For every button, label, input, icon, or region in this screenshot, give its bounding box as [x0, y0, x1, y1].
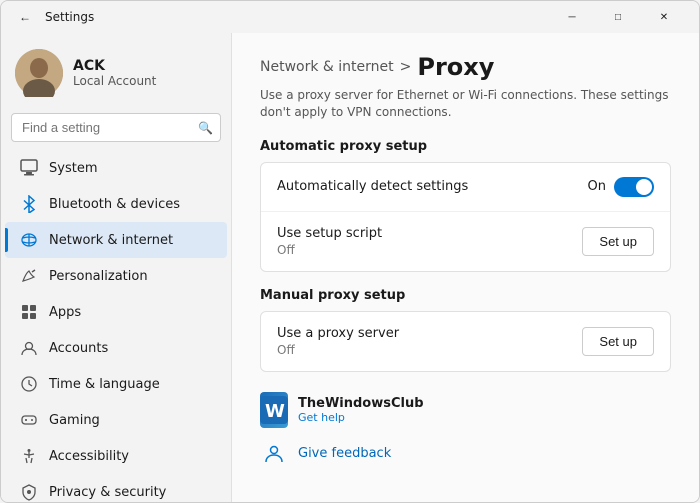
accessibility-icon: [19, 446, 39, 466]
nav-label-gaming: Gaming: [49, 413, 100, 428]
auto-detect-row: Automatically detect settings On: [261, 163, 670, 211]
manual-proxy-row: Use a proxy server Off Set up: [261, 312, 670, 371]
restore-button[interactable]: □: [595, 1, 641, 33]
manual-proxy-label: Use a proxy server: [277, 326, 399, 341]
toggle-wrap: On: [588, 177, 654, 197]
profile-info: ACK Local Account: [73, 58, 156, 88]
nav-label-privacy: Privacy & security: [49, 485, 166, 500]
personalization-icon: [19, 266, 39, 286]
nav-gaming[interactable]: Gaming: [5, 402, 227, 438]
auto-detect-label: Automatically detect settings: [277, 179, 468, 194]
auto-detect-status: On: [588, 179, 606, 194]
svg-text:W: W: [265, 401, 285, 422]
search-input[interactable]: [11, 113, 221, 142]
twc-logo-icon: W: [260, 396, 288, 424]
nav-label-system: System: [49, 161, 97, 176]
apps-icon: [19, 302, 39, 322]
manual-section-title: Manual proxy setup: [260, 288, 671, 303]
nav-label-accounts: Accounts: [49, 341, 108, 356]
nav-accessibility[interactable]: Accessibility: [5, 438, 227, 474]
titlebar-left: ← Settings: [13, 5, 94, 29]
main-layout: ACK Local Account 🔍 System Blu: [1, 33, 699, 502]
window-controls: ─ □ ✕: [549, 1, 687, 33]
system-icon: [19, 158, 39, 178]
feedback-link[interactable]: Give feedback: [260, 432, 671, 476]
nav-accounts[interactable]: Accounts: [5, 330, 227, 366]
sidebar: ACK Local Account 🔍 System Blu: [1, 33, 231, 502]
nav-personalization[interactable]: Personalization: [5, 258, 227, 294]
settings-window: ← Settings ─ □ ✕ ACK L: [0, 0, 700, 503]
manual-proxy-status: Off: [277, 343, 399, 357]
avatar: [15, 49, 63, 97]
nav-label-accessibility: Accessibility: [49, 449, 129, 464]
search-box: 🔍: [11, 113, 221, 142]
setup-script-label: Use setup script: [277, 226, 382, 241]
nav-bluetooth[interactable]: Bluetooth & devices: [5, 186, 227, 222]
auto-detect-toggle[interactable]: [614, 177, 654, 197]
privacy-icon: [19, 482, 39, 502]
profile-type: Local Account: [73, 74, 156, 88]
nav-time[interactable]: Time & language: [5, 366, 227, 402]
manual-proxy-button[interactable]: Set up: [582, 327, 654, 356]
auto-proxy-card: Automatically detect settings On Use set…: [260, 162, 671, 272]
nav-label-network: Network & internet: [49, 233, 173, 248]
profile-section[interactable]: ACK Local Account: [1, 41, 231, 109]
twc-name: TheWindowsClub: [298, 396, 424, 411]
content-area: Network & internet > Proxy Use a proxy s…: [231, 33, 699, 502]
setup-script-row: Use setup script Off Set up: [261, 211, 670, 271]
breadcrumb-parent[interactable]: Network & internet: [260, 59, 394, 75]
accounts-icon: [19, 338, 39, 358]
setup-script-left: Use setup script Off: [277, 226, 382, 257]
nav-label-apps: Apps: [49, 305, 81, 320]
time-icon: [19, 374, 39, 394]
page-title: Proxy: [417, 53, 494, 81]
window-title: Settings: [45, 10, 94, 24]
setup-script-button[interactable]: Set up: [582, 227, 654, 256]
search-icon: 🔍: [198, 121, 213, 135]
titlebar: ← Settings ─ □ ✕: [1, 1, 699, 33]
nav-label-time: Time & language: [49, 377, 160, 392]
nav-system[interactable]: System: [5, 150, 227, 186]
twc-sub: Get help: [298, 411, 424, 424]
back-button[interactable]: ←: [13, 5, 37, 29]
feedback-text: Give feedback: [298, 446, 391, 461]
twc-image: W: [260, 392, 288, 428]
manual-proxy-card: Use a proxy server Off Set up: [260, 311, 671, 372]
get-help-link[interactable]: W TheWindowsClub Get help: [260, 388, 671, 432]
nav-label-bluetooth: Bluetooth & devices: [49, 197, 180, 212]
gaming-icon: [19, 410, 39, 430]
profile-name: ACK: [73, 58, 156, 74]
manual-proxy-left: Use a proxy server Off: [277, 326, 399, 357]
breadcrumb-sep: >: [400, 59, 412, 75]
breadcrumb: Network & internet > Proxy: [260, 53, 671, 81]
nav-privacy[interactable]: Privacy & security: [5, 474, 227, 502]
minimize-button[interactable]: ─: [549, 1, 595, 33]
auto-section-title: Automatic proxy setup: [260, 139, 671, 154]
page-desc: Use a proxy server for Ethernet or Wi-Fi…: [260, 87, 671, 121]
twc-text: TheWindowsClub Get help: [298, 396, 424, 424]
setup-script-status: Off: [277, 243, 382, 257]
nav-label-personalization: Personalization: [49, 269, 148, 284]
nav-network[interactable]: Network & internet: [5, 222, 227, 258]
bluetooth-icon: [19, 194, 39, 214]
network-icon: [19, 230, 39, 250]
feedback-icon: [260, 440, 288, 468]
auto-detect-left: Automatically detect settings: [277, 179, 468, 194]
footer-section: W TheWindowsClub Get help: [260, 388, 671, 476]
close-button[interactable]: ✕: [641, 1, 687, 33]
nav-apps[interactable]: Apps: [5, 294, 227, 330]
